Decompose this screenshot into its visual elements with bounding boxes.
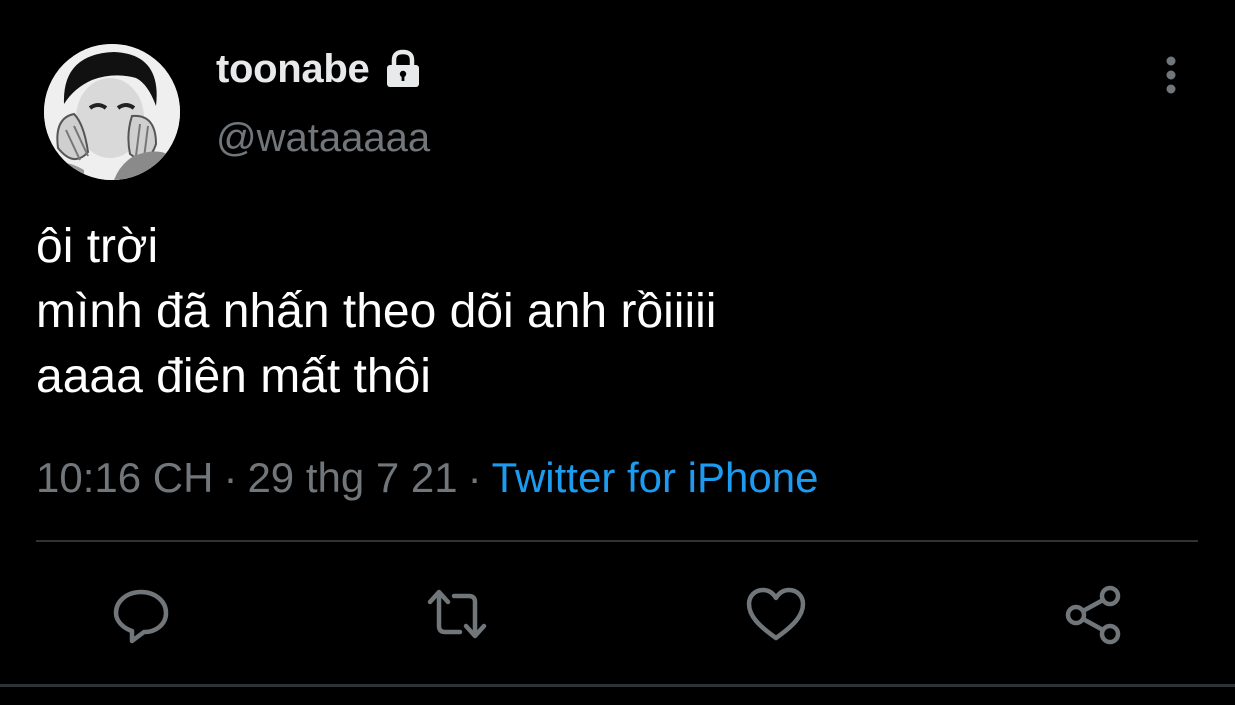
meta-separator: ·	[467, 454, 482, 501]
more-vertical-icon[interactable]	[1154, 52, 1188, 98]
avatar-photo	[44, 44, 180, 180]
display-name-row: toonabe	[216, 44, 425, 94]
tweet-line: mình đã nhấn theo dõi anh rồiiiii	[36, 285, 717, 338]
display-name[interactable]: toonabe	[216, 47, 370, 92]
retweet-icon[interactable]	[426, 584, 488, 646]
share-icon[interactable]	[1062, 584, 1124, 646]
tweet-source-link[interactable]: Twitter for iPhone	[492, 454, 819, 501]
tweet-date[interactable]: 29 thg 7 21	[247, 454, 457, 501]
meta-separator: ·	[223, 454, 238, 501]
tweet-text: ôi trời mình đã nhấn theo dõi anh rồiiii…	[36, 214, 716, 409]
bottom-divider	[0, 684, 1235, 687]
tweet-time[interactable]: 10:16 CH	[36, 454, 213, 501]
tweet-line: aaaa điên mất thôi	[36, 350, 431, 403]
avatar[interactable]	[44, 44, 180, 180]
lock-icon	[381, 47, 425, 91]
reply-icon[interactable]	[110, 584, 172, 646]
divider	[36, 540, 1198, 542]
like-icon[interactable]	[745, 584, 807, 646]
tweet-meta: 10:16 CH · 29 thg 7 21 · Twitter for iPhone	[36, 454, 818, 502]
user-handle[interactable]: @wataaaaa	[216, 116, 430, 161]
tweet-line: ôi trời	[36, 220, 159, 273]
